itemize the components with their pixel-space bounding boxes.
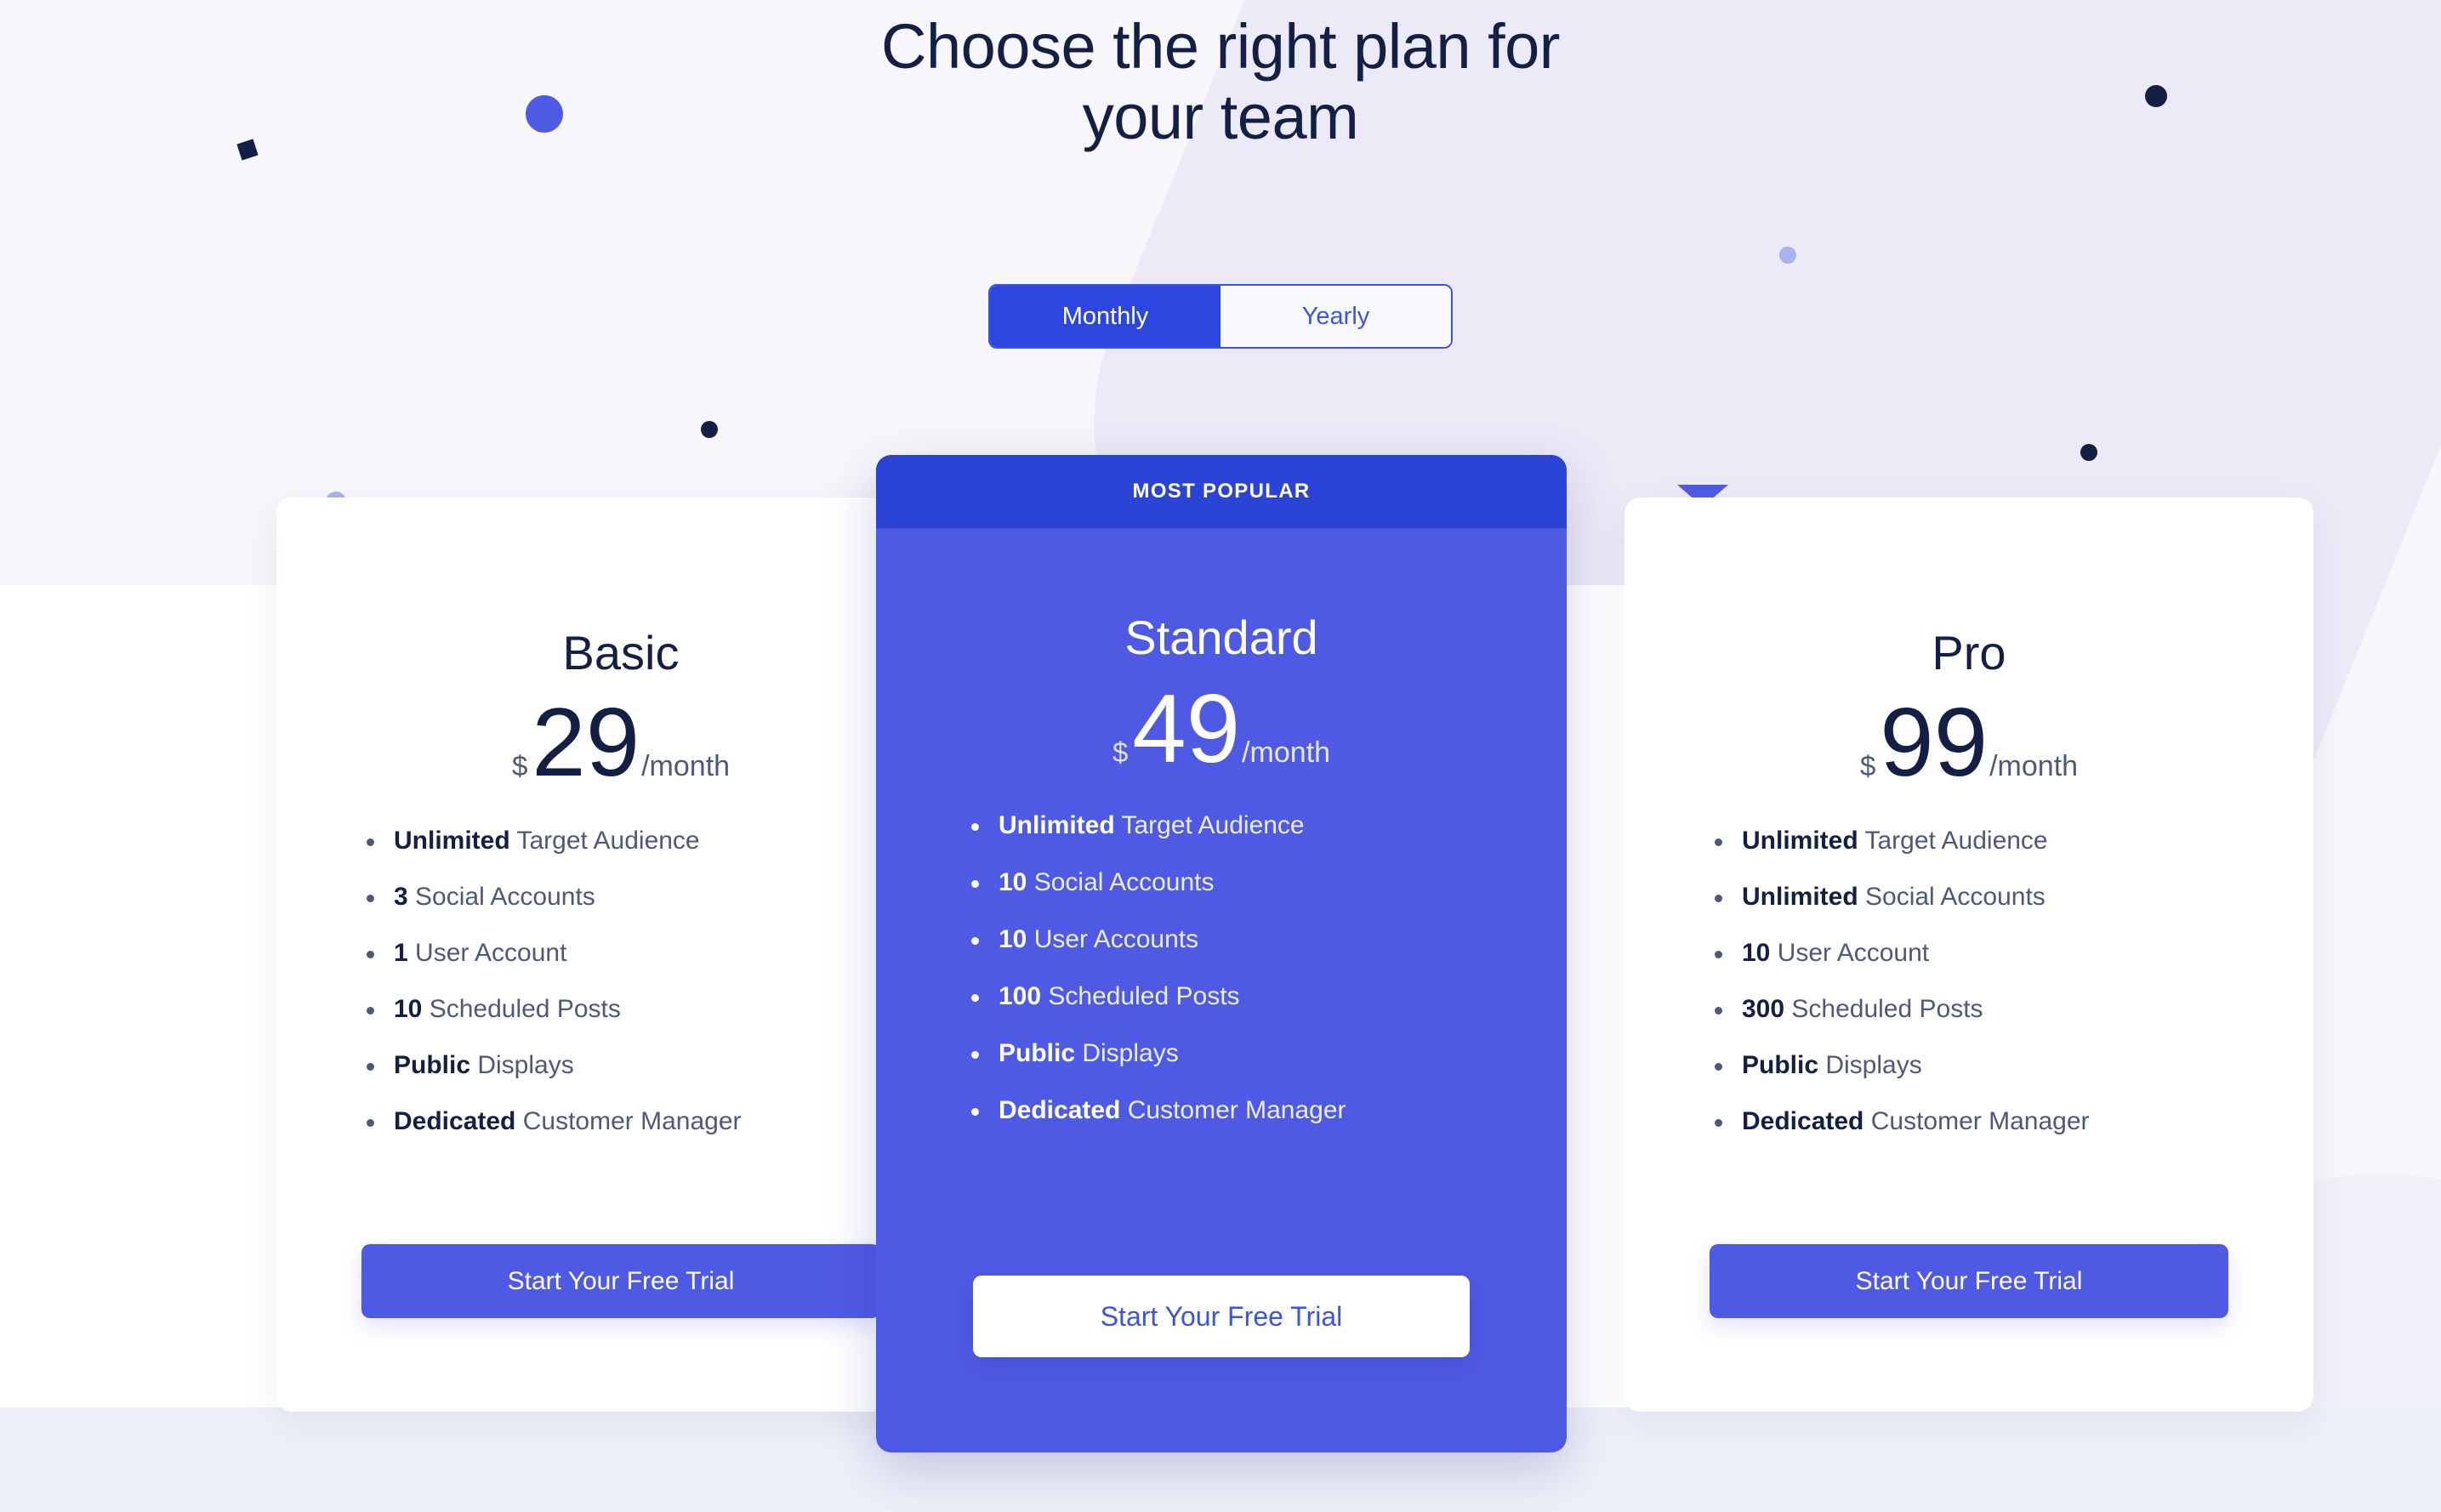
- feature-highlight: 10: [1742, 939, 1771, 968]
- feature-highlight: 1: [394, 939, 408, 968]
- plan-price: $49/month: [1112, 675, 1331, 783]
- decorative-circle-icon: [701, 421, 718, 438]
- feature-label: Social Accounts: [1027, 868, 1215, 897]
- toggle-option-monthly[interactable]: Monthly: [990, 286, 1220, 347]
- feature-label: Customer Manager: [1120, 1096, 1346, 1125]
- feature-label: Target Audience: [509, 827, 700, 855]
- feature-label: Scheduled Posts: [1041, 982, 1240, 1011]
- pricing-page: Choose the right plan for your team Mont…: [0, 0, 2441, 1512]
- feature-list-item: Dedicated Customer Manager: [966, 1096, 1346, 1125]
- feature-highlight: Unlimited: [999, 811, 1115, 840]
- start-free-trial-button[interactable]: Start Your Free Trial: [361, 1244, 880, 1318]
- page-title-line-1: Choose the right plan for: [881, 11, 1560, 82]
- feature-label: Scheduled Posts: [1784, 995, 1983, 1024]
- feature-list-item: 100 Scheduled Posts: [966, 982, 1346, 1011]
- feature-list: Unlimited Target Audience 10 Social Accou…: [966, 811, 1346, 1153]
- pricing-card: Pro $99/month Unlimited Target Audience Unl…: [1624, 497, 2313, 1412]
- feature-highlight: Unlimited: [1742, 827, 1858, 855]
- pricing-card-featured: MOST POPULAR Standard $49/month Unlimited T…: [876, 455, 1567, 1452]
- start-free-trial-button[interactable]: Start Your Free Trial: [973, 1276, 1470, 1357]
- feature-label: Customer Manager: [1863, 1107, 2090, 1136]
- feature-highlight: Unlimited: [394, 827, 510, 855]
- feature-label: Social Accounts: [407, 883, 595, 912]
- feature-highlight: Dedicated: [999, 1096, 1121, 1125]
- price-amount: 49: [1132, 675, 1241, 783]
- feature-list-item: Unlimited Target Audience: [966, 811, 1346, 840]
- feature-list: Unlimited Target Audience 3 Social Accoun…: [361, 827, 742, 1163]
- feature-label: Target Audience: [1858, 827, 2048, 855]
- pricing-card: Basic $29/month Unlimited Target Audience 3…: [276, 497, 965, 1412]
- plan-price: $29/month: [511, 689, 731, 797]
- feature-list-item: 300 Scheduled Posts: [1710, 995, 2090, 1024]
- feature-label: User Account: [407, 939, 567, 968]
- feature-highlight: Public: [394, 1051, 471, 1080]
- feature-label: User Account: [1770, 939, 1930, 968]
- feature-list-item: Dedicated Customer Manager: [361, 1107, 742, 1136]
- feature-list-item: Unlimited Target Audience: [1710, 827, 2090, 855]
- feature-highlight: Dedicated: [394, 1107, 516, 1136]
- feature-list-item: 1 User Account: [361, 939, 742, 968]
- feature-list-item: 10 Scheduled Posts: [361, 995, 742, 1024]
- currency-symbol: $: [511, 750, 528, 782]
- feature-list-item: 10 Social Accounts: [966, 868, 1346, 897]
- feature-highlight: Public: [1742, 1051, 1819, 1080]
- feature-list-item: Public Displays: [1710, 1051, 2090, 1080]
- feature-list-item: 10 User Account: [1710, 939, 2090, 968]
- feature-list: Unlimited Target Audience Unlimited Socia…: [1710, 827, 2090, 1163]
- page-title: Choose the right plan for your team: [0, 11, 2441, 153]
- feature-label: User Accounts: [1027, 925, 1199, 954]
- plan-price: $99/month: [1859, 689, 2079, 797]
- feature-highlight: 10: [999, 868, 1027, 897]
- most-popular-badge: MOST POPULAR: [876, 455, 1567, 528]
- toggle-option-yearly[interactable]: Yearly: [1220, 286, 1451, 347]
- feature-label: Displays: [470, 1051, 574, 1080]
- price-period: /month: [641, 750, 731, 782]
- currency-symbol: $: [1859, 750, 1876, 782]
- feature-highlight: Public: [999, 1039, 1076, 1068]
- feature-list-item: 3 Social Accounts: [361, 883, 742, 912]
- feature-highlight: Unlimited: [1742, 883, 1858, 912]
- price-amount: 29: [532, 689, 640, 797]
- plan-name: Basic: [562, 626, 680, 679]
- feature-list-item: Public Displays: [966, 1039, 1346, 1068]
- feature-label: Displays: [1075, 1039, 1179, 1068]
- price-period: /month: [1989, 750, 2079, 782]
- page-title-line-2: your team: [1082, 81, 1359, 152]
- feature-label: Displays: [1818, 1051, 1922, 1080]
- feature-label: Customer Manager: [515, 1107, 742, 1136]
- feature-label: Social Accounts: [1858, 883, 2046, 912]
- plan-name: Pro: [1932, 626, 2006, 679]
- decorative-circle-icon: [1779, 247, 1796, 264]
- feature-label: Target Audience: [1114, 811, 1305, 840]
- plan-name: Standard: [1124, 611, 1318, 664]
- feature-list-item: Dedicated Customer Manager: [1710, 1107, 2090, 1136]
- feature-list-item: Public Displays: [361, 1051, 742, 1080]
- feature-highlight: 10: [394, 995, 423, 1024]
- decorative-circle-icon: [2080, 444, 2097, 461]
- price-period: /month: [1242, 736, 1331, 769]
- feature-highlight: 3: [394, 883, 408, 912]
- currency-symbol: $: [1112, 736, 1129, 768]
- feature-highlight: Dedicated: [1742, 1107, 1864, 1136]
- feature-highlight: 10: [999, 925, 1027, 954]
- price-amount: 99: [1880, 689, 1989, 797]
- billing-period-toggle[interactable]: Monthly Yearly: [988, 284, 1453, 349]
- feature-list-item: Unlimited Social Accounts: [1710, 883, 2090, 912]
- feature-list-item: Unlimited Target Audience: [361, 827, 742, 855]
- feature-list-item: 10 User Accounts: [966, 925, 1346, 954]
- start-free-trial-button[interactable]: Start Your Free Trial: [1710, 1244, 2228, 1318]
- feature-label: Scheduled Posts: [422, 995, 621, 1024]
- feature-highlight: 300: [1742, 995, 1785, 1024]
- feature-highlight: 100: [999, 982, 1042, 1011]
